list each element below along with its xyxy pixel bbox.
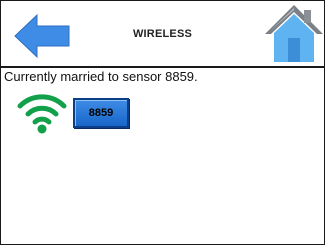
- home-icon[interactable]: [263, 2, 325, 64]
- wireless-screen: WIRELESS Currently married to sensor 885…: [0, 0, 325, 245]
- header-divider: [1, 66, 324, 68]
- header-bar: WIRELESS: [1, 1, 324, 66]
- status-message: Currently married to sensor 8859.: [4, 69, 198, 84]
- wifi-signal-icon: [17, 94, 67, 134]
- sensor-8859-button[interactable]: 8859: [73, 98, 129, 128]
